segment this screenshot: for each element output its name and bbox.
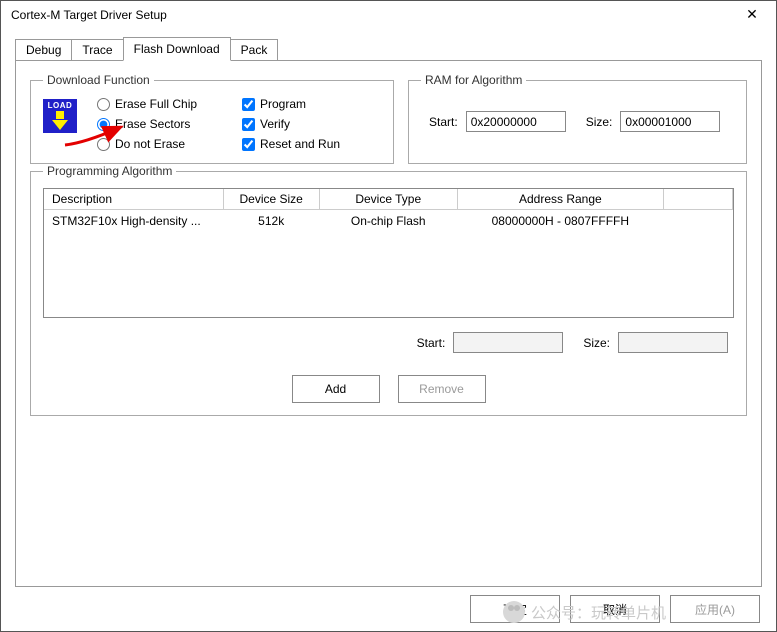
cancel-button[interactable]: 取消 xyxy=(570,595,660,623)
algo-start-label: Start: xyxy=(417,336,446,350)
client-area: Debug Trace Flash Download Pack Download… xyxy=(1,29,776,587)
group-download-function-legend: Download Function xyxy=(43,73,154,87)
tab-trace[interactable]: Trace xyxy=(71,39,123,61)
cell-blank xyxy=(664,210,733,233)
ram-start-label: Start: xyxy=(429,115,458,129)
col-header-description[interactable]: Description xyxy=(44,189,223,210)
erase-radio-group: Erase Full Chip Erase Sectors Do not Era… xyxy=(97,97,232,151)
radio-erase-sectors[interactable]: Erase Sectors xyxy=(97,117,232,131)
algorithm-table-container[interactable]: Description Device Size Device Type Addr… xyxy=(43,188,734,318)
check-program[interactable]: Program xyxy=(242,97,340,111)
table-row[interactable]: STM32F10x High-density ... 512k On-chip … xyxy=(44,210,733,233)
group-ram-for-algorithm: RAM for Algorithm Start: Size: xyxy=(408,73,747,164)
dialog-footer: 公众号：玩转单片机 确定 取消 应用(A) xyxy=(1,587,776,631)
tab-debug[interactable]: Debug xyxy=(15,39,72,61)
cell-device-size: 512k xyxy=(223,210,319,233)
radio-do-not-erase-input[interactable] xyxy=(97,138,110,151)
radio-erase-full-chip-label: Erase Full Chip xyxy=(115,97,197,111)
option-checkboxes: Program Verify Reset and Run xyxy=(242,97,340,151)
radio-erase-full-chip-input[interactable] xyxy=(97,98,110,111)
check-verify-label: Verify xyxy=(260,117,290,131)
apply-button: 应用(A) xyxy=(670,595,760,623)
algo-size-input xyxy=(618,332,728,353)
check-verify-input[interactable] xyxy=(242,118,255,131)
group-programming-algorithm: Programming Algorithm Description Device… xyxy=(30,164,747,416)
tab-strip: Debug Trace Flash Download Pack xyxy=(15,37,762,61)
load-icon: LOAD xyxy=(43,99,77,133)
add-button[interactable]: Add xyxy=(292,375,380,403)
col-header-blank[interactable] xyxy=(664,189,733,210)
ram-size-input[interactable] xyxy=(620,111,720,132)
titlebar: Cortex-M Target Driver Setup ✕ xyxy=(1,1,776,29)
check-reset-and-run-input[interactable] xyxy=(242,138,255,151)
tab-pack[interactable]: Pack xyxy=(230,39,279,61)
tab-flash-download[interactable]: Flash Download xyxy=(123,37,231,61)
top-row: Download Function LOAD xyxy=(30,73,747,164)
radio-erase-sectors-input[interactable] xyxy=(97,118,110,131)
group-ram-legend: RAM for Algorithm xyxy=(421,73,526,87)
radio-do-not-erase-label: Do not Erase xyxy=(115,137,185,151)
cell-device-type: On-chip Flash xyxy=(319,210,457,233)
check-reset-and-run[interactable]: Reset and Run xyxy=(242,137,340,151)
algorithm-table-header: Description Device Size Device Type Addr… xyxy=(44,189,733,210)
algo-start-size-row: Start: Size: xyxy=(43,332,734,353)
radio-do-not-erase[interactable]: Do not Erase xyxy=(97,137,232,151)
col-header-address-range[interactable]: Address Range xyxy=(457,189,664,210)
window-title: Cortex-M Target Driver Setup xyxy=(11,8,736,22)
check-verify[interactable]: Verify xyxy=(242,117,340,131)
col-header-device-type[interactable]: Device Type xyxy=(319,189,457,210)
radio-erase-full-chip[interactable]: Erase Full Chip xyxy=(97,97,232,111)
check-program-input[interactable] xyxy=(242,98,255,111)
dialog-window: Cortex-M Target Driver Setup ✕ Debug Tra… xyxy=(0,0,777,632)
close-icon[interactable]: ✕ xyxy=(736,5,768,25)
remove-button: Remove xyxy=(398,375,486,403)
algo-button-row: Add Remove xyxy=(43,375,734,403)
group-download-function: Download Function LOAD xyxy=(30,73,394,164)
group-programming-legend: Programming Algorithm xyxy=(43,164,176,178)
check-reset-and-run-label: Reset and Run xyxy=(260,137,340,151)
cell-address-range: 08000000H - 0807FFFFH xyxy=(457,210,664,233)
radio-erase-sectors-label: Erase Sectors xyxy=(115,117,190,131)
ram-size-label: Size: xyxy=(586,115,613,129)
ram-start-input[interactable] xyxy=(466,111,566,132)
col-header-device-size[interactable]: Device Size xyxy=(223,189,319,210)
algo-size-label: Size: xyxy=(583,336,610,350)
algo-start-input xyxy=(453,332,563,353)
algorithm-table: Description Device Size Device Type Addr… xyxy=(44,189,733,232)
ok-button[interactable]: 确定 xyxy=(470,595,560,623)
cell-description: STM32F10x High-density ... xyxy=(44,210,223,233)
check-program-label: Program xyxy=(260,97,306,111)
tab-panel-flash-download: Download Function LOAD xyxy=(15,60,762,587)
load-icon-wrap: LOAD xyxy=(43,97,87,133)
